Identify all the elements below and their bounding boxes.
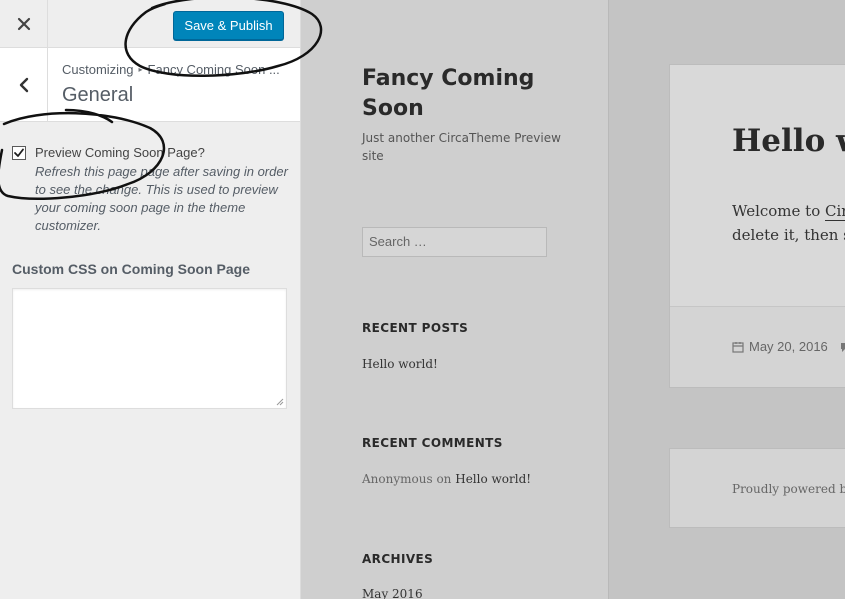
breadcrumb-current: Fancy Coming Soon ... bbox=[147, 62, 280, 77]
post-card: Hello w Welcome to Circ delete it, then … bbox=[669, 64, 845, 388]
preview-search-input[interactable]: Search … bbox=[362, 227, 547, 257]
recent-posts-title: RECENT POSTS bbox=[362, 321, 469, 335]
recent-comments-title: RECENT COMMENTS bbox=[362, 436, 503, 450]
calendar-icon bbox=[732, 341, 744, 353]
breadcrumb-root: Customizing bbox=[62, 62, 134, 77]
site-preview: Fancy Coming Soon Just another CircaThem… bbox=[301, 0, 845, 599]
section-header: Customizing ▸ Fancy Coming Soon ... Genera… bbox=[0, 48, 300, 122]
close-customizer-button[interactable] bbox=[0, 0, 48, 48]
preview-sidebar: Fancy Coming Soon Just another CircaThem… bbox=[301, 0, 609, 599]
comment-post-link[interactable]: Hello world! bbox=[455, 472, 531, 486]
checkmark-icon bbox=[14, 148, 24, 157]
preview-checkbox[interactable] bbox=[12, 146, 26, 160]
post-title[interactable]: Hello w bbox=[732, 123, 845, 159]
back-button[interactable] bbox=[0, 48, 48, 121]
excerpt-link[interactable]: Circ bbox=[825, 202, 845, 221]
footer-credit[interactable]: Proudly powered by bbox=[732, 482, 845, 496]
recent-comment-item: Anonymous on Hello world! bbox=[362, 472, 531, 486]
breadcrumb: Customizing ▸ Fancy Coming Soon ... bbox=[62, 62, 294, 77]
post-date[interactable]: May 20, 2016 bbox=[749, 339, 828, 354]
custom-css-textarea[interactable] bbox=[12, 288, 287, 409]
custom-css-label: Custom CSS on Coming Soon Page bbox=[12, 261, 251, 277]
comment-icon bbox=[840, 342, 845, 352]
excerpt-line-2: delete it, then st bbox=[732, 226, 845, 244]
excerpt-prefix: Welcome to bbox=[732, 202, 825, 220]
comment-on-text: on bbox=[436, 472, 452, 486]
save-publish-button[interactable]: Save & Publish bbox=[173, 11, 284, 40]
post-excerpt: Welcome to Circ delete it, then st bbox=[732, 199, 845, 247]
close-icon bbox=[17, 17, 30, 31]
archive-link[interactable]: May 2016 bbox=[362, 587, 423, 599]
customizer-header: Save & Publish bbox=[0, 0, 300, 48]
site-footer: Proudly powered by bbox=[669, 448, 845, 528]
chevron-left-icon bbox=[19, 77, 28, 92]
post-body bbox=[670, 65, 845, 307]
breadcrumb-separator-icon: ▸ bbox=[138, 65, 143, 74]
archives-title: ARCHIVES bbox=[362, 552, 434, 566]
resize-grip-icon[interactable] bbox=[274, 396, 284, 406]
site-tagline: Just another CircaTheme Preview site bbox=[362, 131, 561, 163]
preview-checkbox-label[interactable]: Preview Coming Soon Page? bbox=[35, 145, 205, 160]
customizer-sidebar: Save & Publish Customizing ▸ Fancy Coming … bbox=[0, 0, 301, 599]
comment-author: Anonymous bbox=[362, 472, 433, 486]
preview-checkbox-description: Refresh this page page after saving in o… bbox=[35, 164, 288, 233]
recent-post-link[interactable]: Hello world! bbox=[362, 357, 438, 371]
site-title[interactable]: Fancy Coming Soon bbox=[362, 64, 562, 124]
post-meta: May 20, 2016 bbox=[732, 339, 845, 354]
section-title: General bbox=[62, 84, 134, 106]
